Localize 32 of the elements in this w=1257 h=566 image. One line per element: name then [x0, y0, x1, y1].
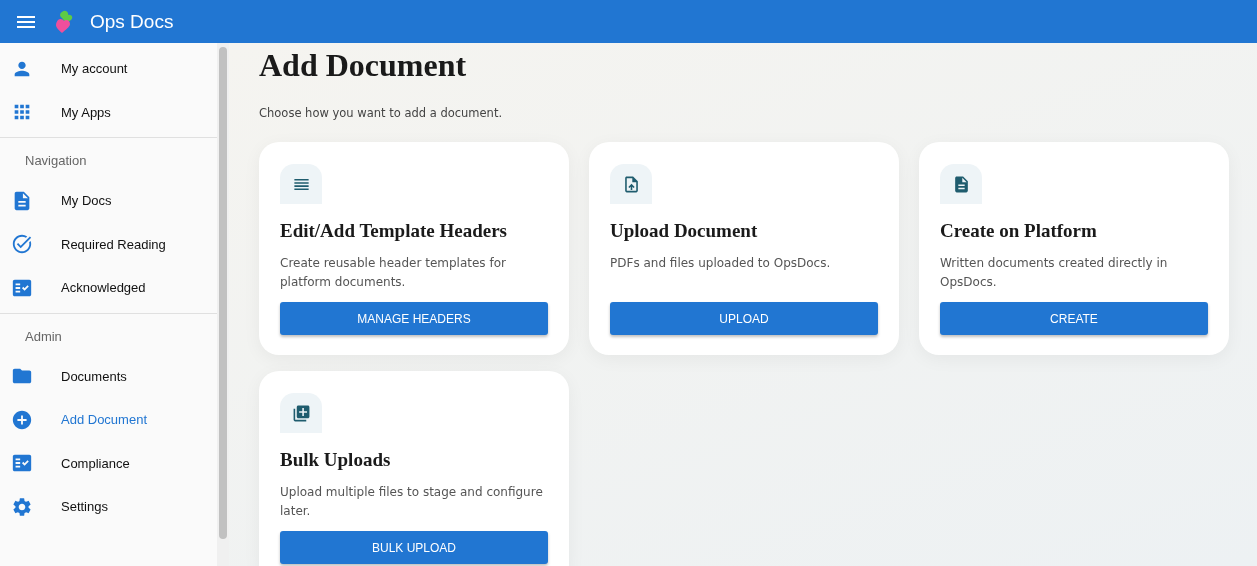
sidebar-item[interactable]: My Apps — [0, 90, 217, 134]
sidebar-item[interactable]: Settings — [0, 485, 217, 529]
action-button[interactable]: MANAGE HEADERS — [280, 302, 548, 335]
card-description: Upload multiple files to stage and configure later. — [280, 484, 544, 520]
page-subtitle: Choose how you want to add a document. — [259, 106, 504, 120]
document-icon — [940, 164, 982, 204]
app-title: Ops Docs — [90, 10, 174, 33]
card-title: Upload Document — [610, 220, 759, 242]
card-title: Edit/Add Template Headers — [280, 220, 508, 242]
card-title: Bulk Uploads — [280, 449, 392, 471]
file-upload-icon — [610, 164, 652, 204]
card-description: Create reusable header templates for platform documents. — [280, 255, 507, 291]
sidebar-item[interactable]: Required Reading — [0, 222, 217, 266]
card-description: PDFs and files uploaded to OpsDocs. — [610, 255, 832, 272]
sidebar-item[interactable]: My Docs — [0, 179, 217, 223]
sidebar-item[interactable]: Add Document — [0, 398, 217, 442]
sidebar-item[interactable]: Documents — [0, 354, 217, 398]
action-button[interactable]: UPLOAD — [610, 302, 878, 335]
lines-icon — [280, 164, 322, 204]
sidebar-item[interactable]: Acknowledged — [0, 266, 217, 310]
sidebar-item[interactable]: My account — [0, 47, 217, 91]
card-description: Written documents created directly in OpsDocs. — [940, 255, 1169, 291]
section-heading: Admin — [24, 327, 63, 346]
settings-icon — [11, 495, 33, 518]
stacked-plus-icon — [280, 393, 322, 433]
scrollbar-thumb[interactable] — [219, 47, 227, 539]
section-heading: Navigation — [24, 152, 88, 170]
card-title: Create on Platform — [940, 220, 1098, 242]
action-button[interactable]: BULK UPLOAD — [280, 531, 548, 564]
page-title: Add Document — [259, 47, 468, 84]
action-button[interactable]: CREATE — [940, 302, 1208, 335]
sidebar-item[interactable]: Compliance — [0, 441, 217, 485]
